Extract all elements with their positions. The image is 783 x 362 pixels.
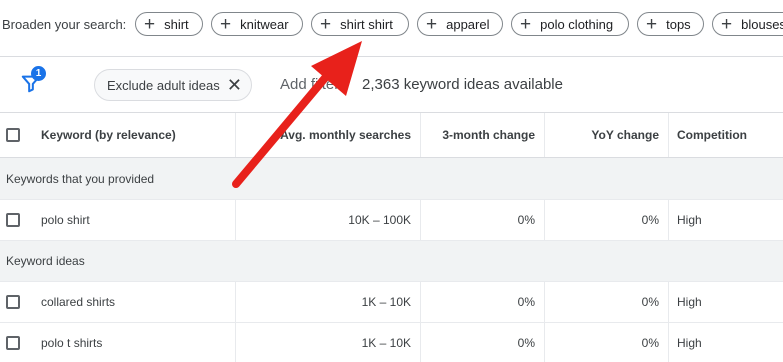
broaden-chip-tops[interactable]: + tops xyxy=(637,12,704,36)
row-checkbox[interactable] xyxy=(6,295,20,309)
table-row[interactable]: collared shirts 1K – 10K 0% 0% High xyxy=(0,282,783,323)
row-checkbox[interactable] xyxy=(6,336,20,350)
broaden-chip-apparel[interactable]: + apparel xyxy=(417,12,503,36)
three-month-change-cell: 0% xyxy=(420,200,544,240)
column-header-yoy-change[interactable]: YoY change xyxy=(544,113,668,157)
divider xyxy=(0,56,783,57)
chip-label: shirt xyxy=(164,16,189,32)
broaden-chip-shirt-shirt[interactable]: + shirt shirt xyxy=(311,12,409,36)
exclude-chip-label: Exclude adult ideas xyxy=(107,77,220,93)
three-month-change-cell: 0% xyxy=(420,323,544,362)
exclude-adult-ideas-chip[interactable]: Exclude adult ideas ✕ xyxy=(94,69,252,101)
table-header-row: Keyword (by relevance) Avg. monthly sear… xyxy=(0,113,783,158)
keyword-ideas-count: 2,363 keyword ideas available xyxy=(362,76,563,93)
plus-icon: + xyxy=(220,13,232,35)
broaden-chip-knitwear[interactable]: + knitwear xyxy=(211,12,303,36)
broaden-chip-polo-clothing[interactable]: + polo clothing xyxy=(511,12,629,36)
section-label: Keywords that you provided xyxy=(6,171,155,186)
chip-label: blouses xyxy=(741,16,783,32)
keyword-cell: collared shirts xyxy=(41,295,116,309)
avg-monthly-searches-cell: 1K – 10K xyxy=(235,282,420,322)
chip-label: shirt shirt xyxy=(340,16,393,32)
filter-count-badge: 1 xyxy=(31,66,46,81)
table-row[interactable]: polo shirt 10K – 100K 0% 0% High xyxy=(0,200,783,241)
select-all-checkbox[interactable] xyxy=(6,128,20,142)
three-month-change-cell: 0% xyxy=(420,282,544,322)
yoy-change-cell: 0% xyxy=(544,323,668,362)
keyword-cell: polo shirt xyxy=(41,213,90,227)
column-header-avg-monthly-searches[interactable]: Avg. monthly searches xyxy=(235,113,420,157)
chip-label: apparel xyxy=(446,16,490,32)
plus-icon: + xyxy=(721,13,733,35)
broaden-chip-blouses[interactable]: + blouses xyxy=(712,12,783,36)
competition-cell: High xyxy=(668,323,783,362)
avg-monthly-searches-cell: 1K – 10K xyxy=(235,323,420,362)
plus-icon: + xyxy=(144,13,156,35)
broaden-chip-shirt[interactable]: + shirt xyxy=(135,12,203,36)
close-icon[interactable]: ✕ xyxy=(227,75,242,96)
plus-icon: + xyxy=(520,13,532,35)
section-header-ideas: Keyword ideas xyxy=(0,241,783,282)
chip-label: knitwear xyxy=(240,16,289,32)
competition-cell: High xyxy=(668,282,783,322)
column-header-competition[interactable]: Competition xyxy=(668,113,783,157)
chip-label: polo clothing xyxy=(540,16,614,32)
yoy-change-cell: 0% xyxy=(544,200,668,240)
plus-icon: + xyxy=(320,13,332,35)
add-filter-button[interactable]: Add filter xyxy=(280,76,339,93)
keyword-cell: polo t shirts xyxy=(41,335,103,350)
chip-label: tops xyxy=(666,16,691,32)
column-header-keyword[interactable]: Keyword (by relevance) xyxy=(41,113,235,157)
table-row[interactable]: polo t shirts 1K – 10K 0% 0% High xyxy=(0,323,783,362)
yoy-change-cell: 0% xyxy=(544,282,668,322)
column-header-3-month-change[interactable]: 3-month change xyxy=(420,113,544,157)
competition-cell: High xyxy=(668,200,783,240)
plus-icon: + xyxy=(426,13,438,35)
broaden-label: Broaden your search: xyxy=(2,17,127,32)
section-header-provided: Keywords that you provided xyxy=(0,158,783,200)
plus-icon: + xyxy=(646,13,658,35)
row-checkbox[interactable] xyxy=(6,213,20,227)
section-label: Keyword ideas xyxy=(6,254,85,268)
avg-monthly-searches-cell: 10K – 100K xyxy=(235,200,420,240)
broaden-search-bar: Broaden your search: + shirt + knitwear … xyxy=(0,0,783,50)
